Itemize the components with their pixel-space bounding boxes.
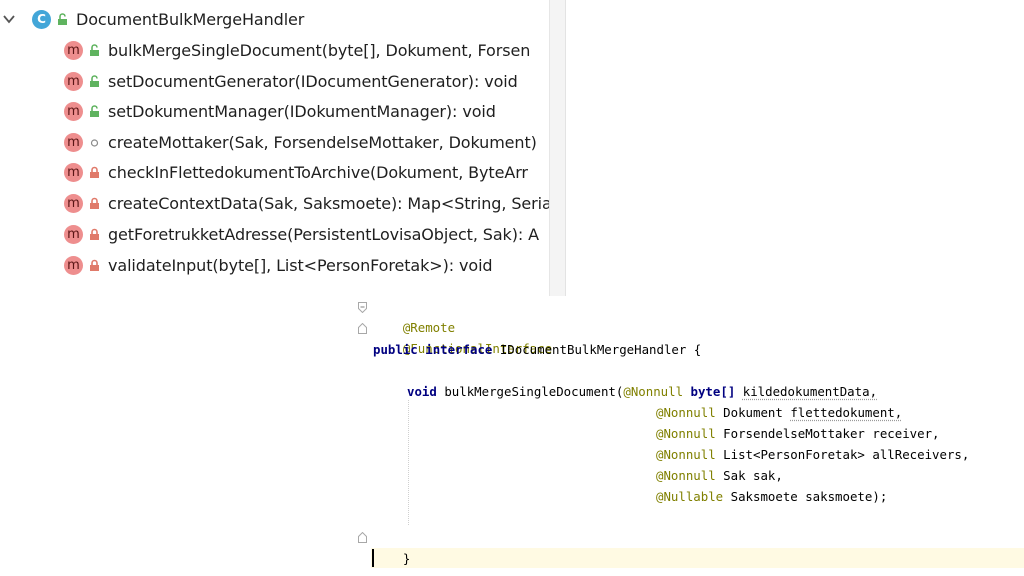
code-line-param[interactable]: @Nonnull List<PersonForetak> allReceiver… xyxy=(656,445,969,465)
package-visibility-icon xyxy=(88,135,100,149)
param-name-token: allReceivers, xyxy=(872,447,970,462)
type-token: ForsendelseMottaker xyxy=(723,426,865,441)
tree-node-method[interactable]: m bulkMergeSingleDocument(byte[], Dokume… xyxy=(64,35,530,65)
type-token: List<PersonForetak> xyxy=(723,447,865,462)
param-name-token: saksmoete); xyxy=(805,489,888,504)
method-icon: m xyxy=(64,162,83,182)
public-visibility-icon xyxy=(88,104,100,118)
indent-guide xyxy=(408,400,409,525)
fold-end-marker-icon[interactable] xyxy=(358,532,367,543)
private-lock-icon xyxy=(88,258,100,272)
method-label: validateInput(byte[], List<PersonForetak… xyxy=(108,255,493,275)
keyword-token: public xyxy=(373,342,418,357)
code-line-param[interactable]: @Nonnull Dokument flettedokument, xyxy=(656,403,902,423)
annotation-token: @Nonnull xyxy=(656,468,716,483)
code-line-annotation[interactable]: @FunctionalInterface xyxy=(373,319,552,356)
tree-node-method[interactable]: m setDocumentGenerator(IDocumentGenerato… xyxy=(64,66,518,96)
method-label: setDokumentManager(IDokumentManager): vo… xyxy=(108,101,496,121)
chevron-down-icon[interactable] xyxy=(3,13,15,25)
brace-token: } xyxy=(402,551,411,566)
code-line-param[interactable]: @Nonnull Sak sak, xyxy=(656,466,783,486)
method-label: createContextData(Sak, Saksmoete): Map<S… xyxy=(108,193,552,213)
keyword-token: interface xyxy=(425,342,493,357)
tree-node-class[interactable]: C DocumentBulkMergeHandler xyxy=(0,4,304,34)
method-label: getForetrukketAdresse(PersistentLovisaOb… xyxy=(108,224,539,244)
param-name-token: kildedokumentData, xyxy=(742,384,878,399)
param-name-token: sak, xyxy=(753,468,783,483)
private-lock-icon xyxy=(88,165,100,179)
param-name-token: receiver, xyxy=(872,426,940,441)
class-name: DocumentBulkMergeHandler xyxy=(76,9,305,29)
tree-node-method[interactable]: m validateInput(byte[], List<PersonForet… xyxy=(64,250,493,280)
method-label: createMottaker(Sak, ForsendelseMottaker,… xyxy=(108,132,537,152)
interface-name-token: IDocumentBulkMergeHandler { xyxy=(499,342,702,357)
code-line-closing-brace[interactable]: } xyxy=(373,529,410,566)
tree-node-method[interactable]: m createMottaker(Sak, ForsendelseMottake… xyxy=(64,127,537,157)
code-line-annotation[interactable]: @Remote xyxy=(373,298,455,335)
param-name-token: flettedokument, xyxy=(790,405,903,420)
method-icon: m xyxy=(64,40,83,60)
type-token: Sak xyxy=(723,468,746,483)
code-line-param[interactable]: @Nullable Saksmoete saksmoete); xyxy=(656,487,887,507)
method-label: setDocumentGenerator(IDocumentGenerator)… xyxy=(108,71,518,91)
private-lock-icon xyxy=(88,227,100,241)
method-icon: m xyxy=(64,255,83,275)
code-line-method[interactable]: void bulkMergeSingleDocument(@Nonnull by… xyxy=(407,382,877,402)
private-lock-icon xyxy=(88,196,100,210)
method-icon: m xyxy=(64,71,83,91)
method-icon: m xyxy=(64,132,83,152)
class-icon: C xyxy=(32,9,51,29)
fold-marker-icon[interactable] xyxy=(358,302,367,313)
annotation-token: @Nullable xyxy=(656,489,724,504)
current-line-highlight xyxy=(349,548,1024,568)
public-visibility-icon xyxy=(88,43,100,57)
method-label: bulkMergeSingleDocument(byte[], Dokument… xyxy=(108,40,531,60)
editor-gutter xyxy=(349,296,371,576)
code-line-declaration[interactable]: public interface IDocumentBulkMergeHandl… xyxy=(373,340,701,360)
annotation-token: @Nonnull xyxy=(656,405,716,420)
tree-node-method[interactable]: m createContextData(Sak, Saksmoete): Map… xyxy=(64,188,552,218)
public-visibility-icon xyxy=(88,74,100,88)
method-icon: m xyxy=(64,101,83,121)
annotation-token: @Nonnull xyxy=(623,384,684,399)
keyword-token: byte[] xyxy=(690,384,736,399)
vertical-scrollbar[interactable] xyxy=(549,0,565,296)
method-icon: m xyxy=(64,224,83,244)
code-line-param[interactable]: @Nonnull ForsendelseMottaker receiver, xyxy=(656,424,940,444)
text-caret xyxy=(372,549,374,567)
code-editor[interactable]: @Remote @FunctionalInterface public inte… xyxy=(349,296,1024,576)
annotation-token: @Nonnull xyxy=(656,447,716,462)
tree-node-method[interactable]: m setDokumentManager(IDokumentManager): … xyxy=(64,96,496,126)
fold-marker-icon[interactable] xyxy=(358,323,367,334)
method-icon: m xyxy=(64,193,83,213)
public-visibility-icon xyxy=(56,12,68,26)
method-label: checkInFlettedokumentToArchive(Dokument,… xyxy=(108,162,528,182)
tree-node-method[interactable]: m checkInFlettedokumentToArchive(Dokumen… xyxy=(64,157,528,187)
type-token: Saksmoete xyxy=(730,489,798,504)
method-name-token: bulkMergeSingleDocument( xyxy=(444,384,624,399)
annotation-token: @Nonnull xyxy=(656,426,716,441)
keyword-token: void xyxy=(407,384,437,399)
structure-panel: C DocumentBulkMergeHandler m bulkMergeSi… xyxy=(0,0,566,296)
type-token: Dokument xyxy=(723,405,783,420)
tree-node-method[interactable]: m getForetrukketAdresse(PersistentLovisa… xyxy=(64,219,539,249)
